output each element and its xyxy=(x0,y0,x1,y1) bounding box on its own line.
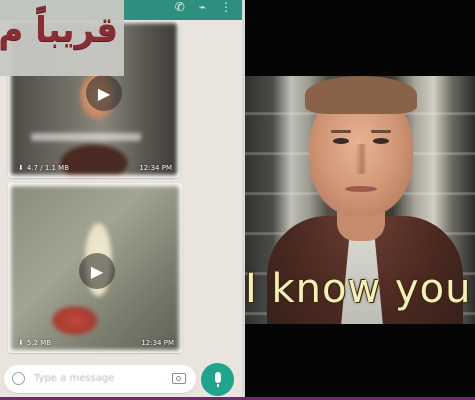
mic-icon xyxy=(214,372,221,387)
message-time: 12:34 PM xyxy=(139,164,172,172)
screenshot-root: ✆ ⌁ ⋮ قريباً م ▶ ⬇ 4.7 / 1.1 MB 12:34 PM xyxy=(0,0,475,400)
thumbnail-caption-blur xyxy=(31,133,141,141)
download-icon: ⬇ xyxy=(18,164,24,172)
play-icon: ▶ xyxy=(90,261,104,281)
person-hair xyxy=(305,76,417,114)
video-frame: I know you. xyxy=(245,76,475,324)
message-time: 12:34 PM xyxy=(141,339,174,347)
play-icon: ▶ xyxy=(97,83,111,103)
overlay-banner: قريباً م xyxy=(0,0,124,76)
header-actions: ✆ ⌁ ⋮ xyxy=(175,0,232,14)
more-icon[interactable]: ⋮ xyxy=(220,0,232,14)
video-size-text: 4.7 / 1.1 MB xyxy=(26,164,70,172)
video-subtitle: I know you. xyxy=(245,266,475,312)
right-eyebrow xyxy=(371,130,391,133)
left-eyebrow xyxy=(331,130,351,133)
chat-panel: ✆ ⌁ ⋮ قريباً م ▶ ⬇ 4.7 / 1.1 MB 12:34 PM xyxy=(0,0,242,400)
phone-icon[interactable]: ✆ xyxy=(175,0,185,14)
mouth xyxy=(345,186,377,192)
video-size-text: 5.2 MB xyxy=(26,339,52,347)
right-eye xyxy=(373,138,389,144)
video-size: ⬇ 5.2 MB xyxy=(18,339,51,347)
video-message[interactable]: ▶ ⬇ 5.2 MB 12:34 PM xyxy=(8,183,182,353)
download-icon: ⬇ xyxy=(18,339,24,347)
left-eye xyxy=(333,138,349,144)
message-input-bar[interactable]: Type a message xyxy=(4,365,196,393)
video-size: ⬇ 4.7 / 1.1 MB xyxy=(18,164,69,172)
camera-icon[interactable] xyxy=(172,373,186,384)
emoji-icon[interactable] xyxy=(12,372,25,385)
message-input[interactable]: Type a message xyxy=(34,373,114,384)
play-button[interactable]: ▶ xyxy=(79,253,115,289)
play-button[interactable]: ▶ xyxy=(86,75,122,111)
nose xyxy=(355,144,367,174)
mic-button[interactable] xyxy=(201,363,234,396)
attach-icon[interactable]: ⌁ xyxy=(199,0,206,14)
overlay-text: قريباً م xyxy=(0,10,118,50)
